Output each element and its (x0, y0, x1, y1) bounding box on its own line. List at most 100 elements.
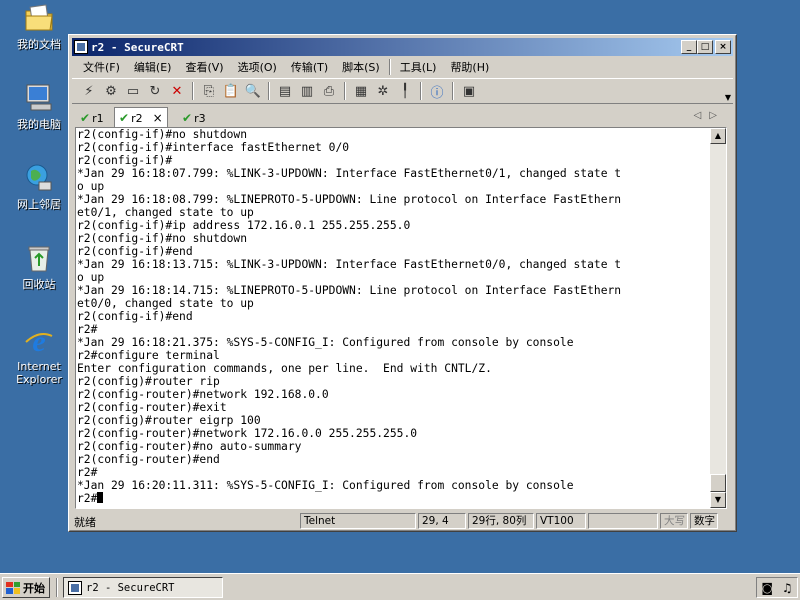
close-button[interactable]: × (715, 40, 731, 54)
scroll-down-arrow-icon[interactable]: ▼ (710, 492, 726, 508)
toolbar-separator (268, 82, 270, 100)
connect-icon[interactable]: ⚡ (79, 81, 99, 101)
status-num-lock: 数字 (690, 513, 718, 529)
global-options-icon[interactable]: ✲ (373, 81, 393, 101)
sftp-icon[interactable]: ▣ (459, 81, 479, 101)
recycle-bin-icon (28, 246, 50, 272)
close-tab-icon[interactable]: × (153, 111, 163, 125)
system-tray: ◙ ♫ (756, 577, 798, 598)
tab-label: r3 (194, 111, 206, 125)
internet-explorer-icon: e (25, 325, 53, 356)
network-places-icon (26, 164, 52, 191)
terminal-line: r2(config-if)# (77, 154, 173, 167)
terminal-line: r2(config-router)#network 172.16.0.0 255… (77, 427, 418, 440)
connected-check-icon: ✔ (119, 111, 130, 125)
taskbar: 开始 r2 - SecureCRT ◙ ♫ (0, 573, 800, 600)
menu-script[interactable]: 脚本(S) (335, 59, 387, 75)
start-button[interactable]: 开始 (2, 577, 50, 598)
scrollbar-thumb[interactable] (710, 474, 726, 492)
scroll-up-arrow-icon[interactable]: ▲ (710, 128, 726, 144)
toolbar: ⚡ ⚙ ▭ ↻ ✕ ⎘ 📋 🔍 ▤ ▥ ⎙ ▦ ✲ ╿ ⓘ ▣ ▼ (72, 78, 733, 104)
terminal-line: r2(config-if)#end (77, 245, 193, 258)
terminal-screen[interactable]: r2(config-if)#no shutdown r2(config-if)#i… (75, 127, 727, 509)
session-tabs: ✔ r1 ✔ r2 × ✔ r3 ◁▷ (72, 107, 733, 128)
disconnect-icon[interactable]: ✕ (167, 81, 187, 101)
terminal-line: r2(config-if)#interface fastEthernet 0/0 (77, 141, 350, 154)
title-bar[interactable]: r2 - SecureCRT _ □ × (72, 38, 733, 56)
connect-tab-icon[interactable]: ▭ (123, 81, 143, 101)
terminal-prompt-line: r2# (77, 492, 717, 505)
toolbar-separator (192, 82, 194, 100)
taskbar-button-securecrt[interactable]: r2 - SecureCRT (63, 577, 223, 598)
network-tray-icon[interactable]: ◙ (761, 581, 773, 595)
connected-check-icon: ✔ (182, 111, 193, 125)
connected-check-icon: ✔ (80, 111, 91, 125)
menu-options[interactable]: 选项(O) (231, 59, 284, 75)
securecrt-window: r2 - SecureCRT _ □ × 文件(F) 编辑(E) 查看(V) 选… (68, 34, 737, 532)
windows-logo-icon (6, 581, 20, 594)
print-screen-icon[interactable]: ▤ (275, 81, 295, 101)
menu-bar: 文件(F) 编辑(E) 查看(V) 选项(O) 传输(T) 脚本(S) 工具(L… (72, 57, 733, 77)
menu-file[interactable]: 文件(F) (76, 59, 127, 75)
terminal-scrollbar[interactable]: ▲ ▼ (710, 128, 726, 508)
tab-r1[interactable]: ✔ r1 (76, 109, 108, 127)
reconnect-icon[interactable]: ↻ (145, 81, 165, 101)
terminal-prompt: r2# (77, 492, 98, 505)
desktop-icon-label: 我的文档 (17, 38, 61, 51)
tab-label: r2 (131, 111, 143, 125)
quick-connect-icon[interactable]: ⚙ (101, 81, 121, 101)
desktop-icon-my-documents[interactable]: 我的文档 (8, 2, 70, 51)
toolbar-overflow-icon[interactable]: ▼ (725, 93, 731, 102)
terminal-line: r2# (77, 466, 98, 479)
menu-view[interactable]: 查看(V) (178, 59, 230, 75)
terminal-line: r2# (77, 323, 98, 336)
session-options-icon[interactable]: ▦ (351, 81, 371, 101)
desktop-icon-label: 回收站 (22, 278, 56, 291)
status-protocol: Telnet (300, 513, 416, 529)
terminal-line: r2(config-if)#no shutdown (77, 128, 248, 141)
tab-r3[interactable]: ✔ r3 (178, 109, 210, 127)
find-icon[interactable]: 🔍 (243, 81, 263, 101)
terminal-line: *Jan 29 16:18:07.799: %LINK-3-UPDOWN: In… (77, 167, 622, 180)
securecrt-app-icon[interactable] (74, 40, 88, 54)
desktop-icon-recycle-bin[interactable]: 回收站 (8, 242, 70, 291)
minimize-button[interactable]: _ (681, 40, 697, 54)
status-emulation: VT100 (536, 513, 586, 529)
desktop-icon-network-places[interactable]: 网上邻居 (8, 162, 70, 211)
print-icon[interactable]: ⎙ (319, 81, 339, 101)
keymap-icon[interactable]: ╿ (395, 81, 415, 101)
help-icon[interactable]: ⓘ (427, 81, 447, 101)
copy-icon[interactable]: ⎘ (199, 81, 219, 101)
terminal-line: et0/1, changed state to up (77, 206, 254, 219)
desktop-icon-my-computer[interactable]: 我的电脑 (8, 82, 70, 131)
menu-help[interactable]: 帮助(H) (443, 59, 496, 75)
tab-scroll-arrows-icon[interactable]: ◁▷ (694, 110, 725, 121)
status-ready: 就绪 (74, 516, 96, 529)
terminal-line: r2(config-router)#exit (77, 401, 227, 414)
terminal-line: r2(config)#router rip (77, 375, 220, 388)
terminal-line: *Jan 29 16:20:11.311: %SYS-5-CONFIG_I: C… (77, 479, 574, 492)
menu-edit[interactable]: 编辑(E) (127, 59, 179, 75)
terminal-line: r2(config-if)#no shutdown (77, 232, 248, 245)
menu-tools[interactable]: 工具(L) (393, 59, 444, 75)
toolbar-separator (452, 82, 454, 100)
start-label: 开始 (23, 581, 45, 595)
tab-r2[interactable]: ✔ r2 × (114, 107, 168, 128)
terminal-line: r2(config-if)#ip address 172.16.0.1 255.… (77, 219, 411, 232)
window-title: r2 - SecureCRT (91, 40, 184, 54)
my-documents-icon (25, 4, 53, 31)
desktop-icon-internet-explorer[interactable]: e Internet Explorer (8, 324, 70, 386)
paste-icon[interactable]: 📋 (221, 81, 241, 101)
menu-transfer[interactable]: 传输(T) (284, 59, 335, 75)
terminal-line: r2#configure terminal (77, 349, 220, 362)
volume-tray-icon[interactable]: ♫ (782, 581, 793, 595)
maximize-button[interactable]: □ (697, 40, 713, 54)
tab-label: r1 (92, 111, 104, 125)
toolbar-separator (420, 82, 422, 100)
terminal-line: r2(config-router)#end (77, 453, 220, 466)
toolbar-separator (344, 82, 346, 100)
terminal-line: r2(config-if)#end (77, 310, 193, 323)
terminal-line: Enter configuration commands, one per li… (77, 362, 492, 375)
print-selection-icon[interactable]: ▥ (297, 81, 317, 101)
terminal-line: o up (77, 271, 105, 284)
